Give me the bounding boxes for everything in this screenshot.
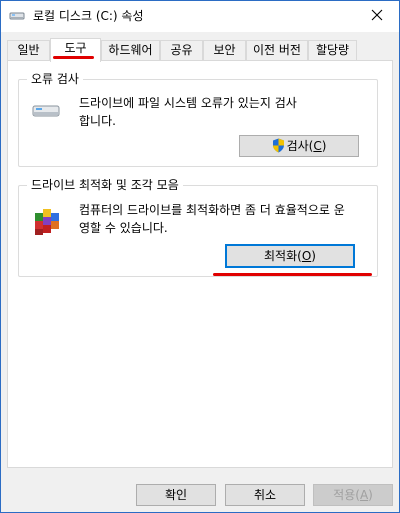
optimize-button-mnemonic: O: [301, 249, 312, 263]
optimize-button[interactable]: 최적화(O): [225, 244, 355, 268]
tab-previous-versions[interactable]: 이전 버전: [246, 40, 308, 61]
active-tab-annotation: [53, 56, 94, 59]
check-button[interactable]: 검사(C): [239, 135, 359, 157]
optimize-desc-line2: 영할 수 있습니다.: [79, 221, 168, 235]
tab-panel-tools: 오류 검사 드라이브에 파일 시스템 오류가 있는지 검사 합니다. 검사(C)…: [7, 60, 393, 468]
optimize-annotation: [213, 273, 372, 276]
error-check-desc-line2: 합니다.: [79, 114, 116, 128]
error-check-title: 오류 검사: [27, 71, 83, 87]
apply-button-label: 적용: [333, 488, 356, 502]
hard-drive-icon: [32, 104, 60, 121]
close-icon: [371, 9, 383, 24]
cancel-button[interactable]: 취소: [225, 484, 305, 506]
apply-button-mnemonic: A: [359, 488, 369, 502]
apply-button[interactable]: 적용(A): [313, 484, 393, 506]
drive-icon: [9, 10, 25, 22]
tab-quota[interactable]: 할당량: [308, 40, 357, 61]
optimize-title: 드라이브 최적화 및 조각 모음: [27, 177, 183, 193]
optimize-group: 드라이브 최적화 및 조각 모음 컴퓨터의 드라이브를 최적화하면 좀 더 효율…: [18, 177, 378, 277]
error-check-desc-line1: 드라이브에 파일 시스템 오류가 있는지 검사: [79, 96, 297, 110]
uac-shield-icon: [272, 138, 285, 159]
optimize-description: 컴퓨터의 드라이브를 최적화하면 좀 더 효율적으로 운 영할 수 있습니다.: [79, 201, 369, 237]
tab-general[interactable]: 일반: [7, 40, 50, 61]
error-check-description: 드라이브에 파일 시스템 오류가 있는지 검사 합니다.: [79, 94, 369, 130]
properties-window: 로컬 디스크 (C:) 속성 일반 도구 하드웨어 공유 보안 이전 버전 할당…: [0, 0, 400, 513]
tab-sharing[interactable]: 공유: [160, 40, 203, 61]
defrag-icon: [33, 207, 61, 240]
check-button-mnemonic: C: [313, 139, 322, 153]
tab-security[interactable]: 보안: [203, 40, 246, 61]
title-bar[interactable]: 로컬 디스크 (C:) 속성: [1, 1, 399, 32]
optimize-button-label: 최적화: [264, 249, 298, 263]
tab-hardware[interactable]: 하드웨어: [101, 40, 160, 61]
error-check-group: 오류 검사 드라이브에 파일 시스템 오류가 있는지 검사 합니다. 검사(C): [18, 71, 378, 167]
check-button-label: 검사: [286, 139, 309, 153]
optimize-desc-line1: 컴퓨터의 드라이브를 최적화하면 좀 더 효율적으로 운: [79, 203, 345, 217]
window-title: 로컬 디스크 (C:) 속성: [33, 9, 144, 23]
ok-button[interactable]: 확인: [136, 484, 216, 506]
close-button[interactable]: [355, 1, 399, 31]
